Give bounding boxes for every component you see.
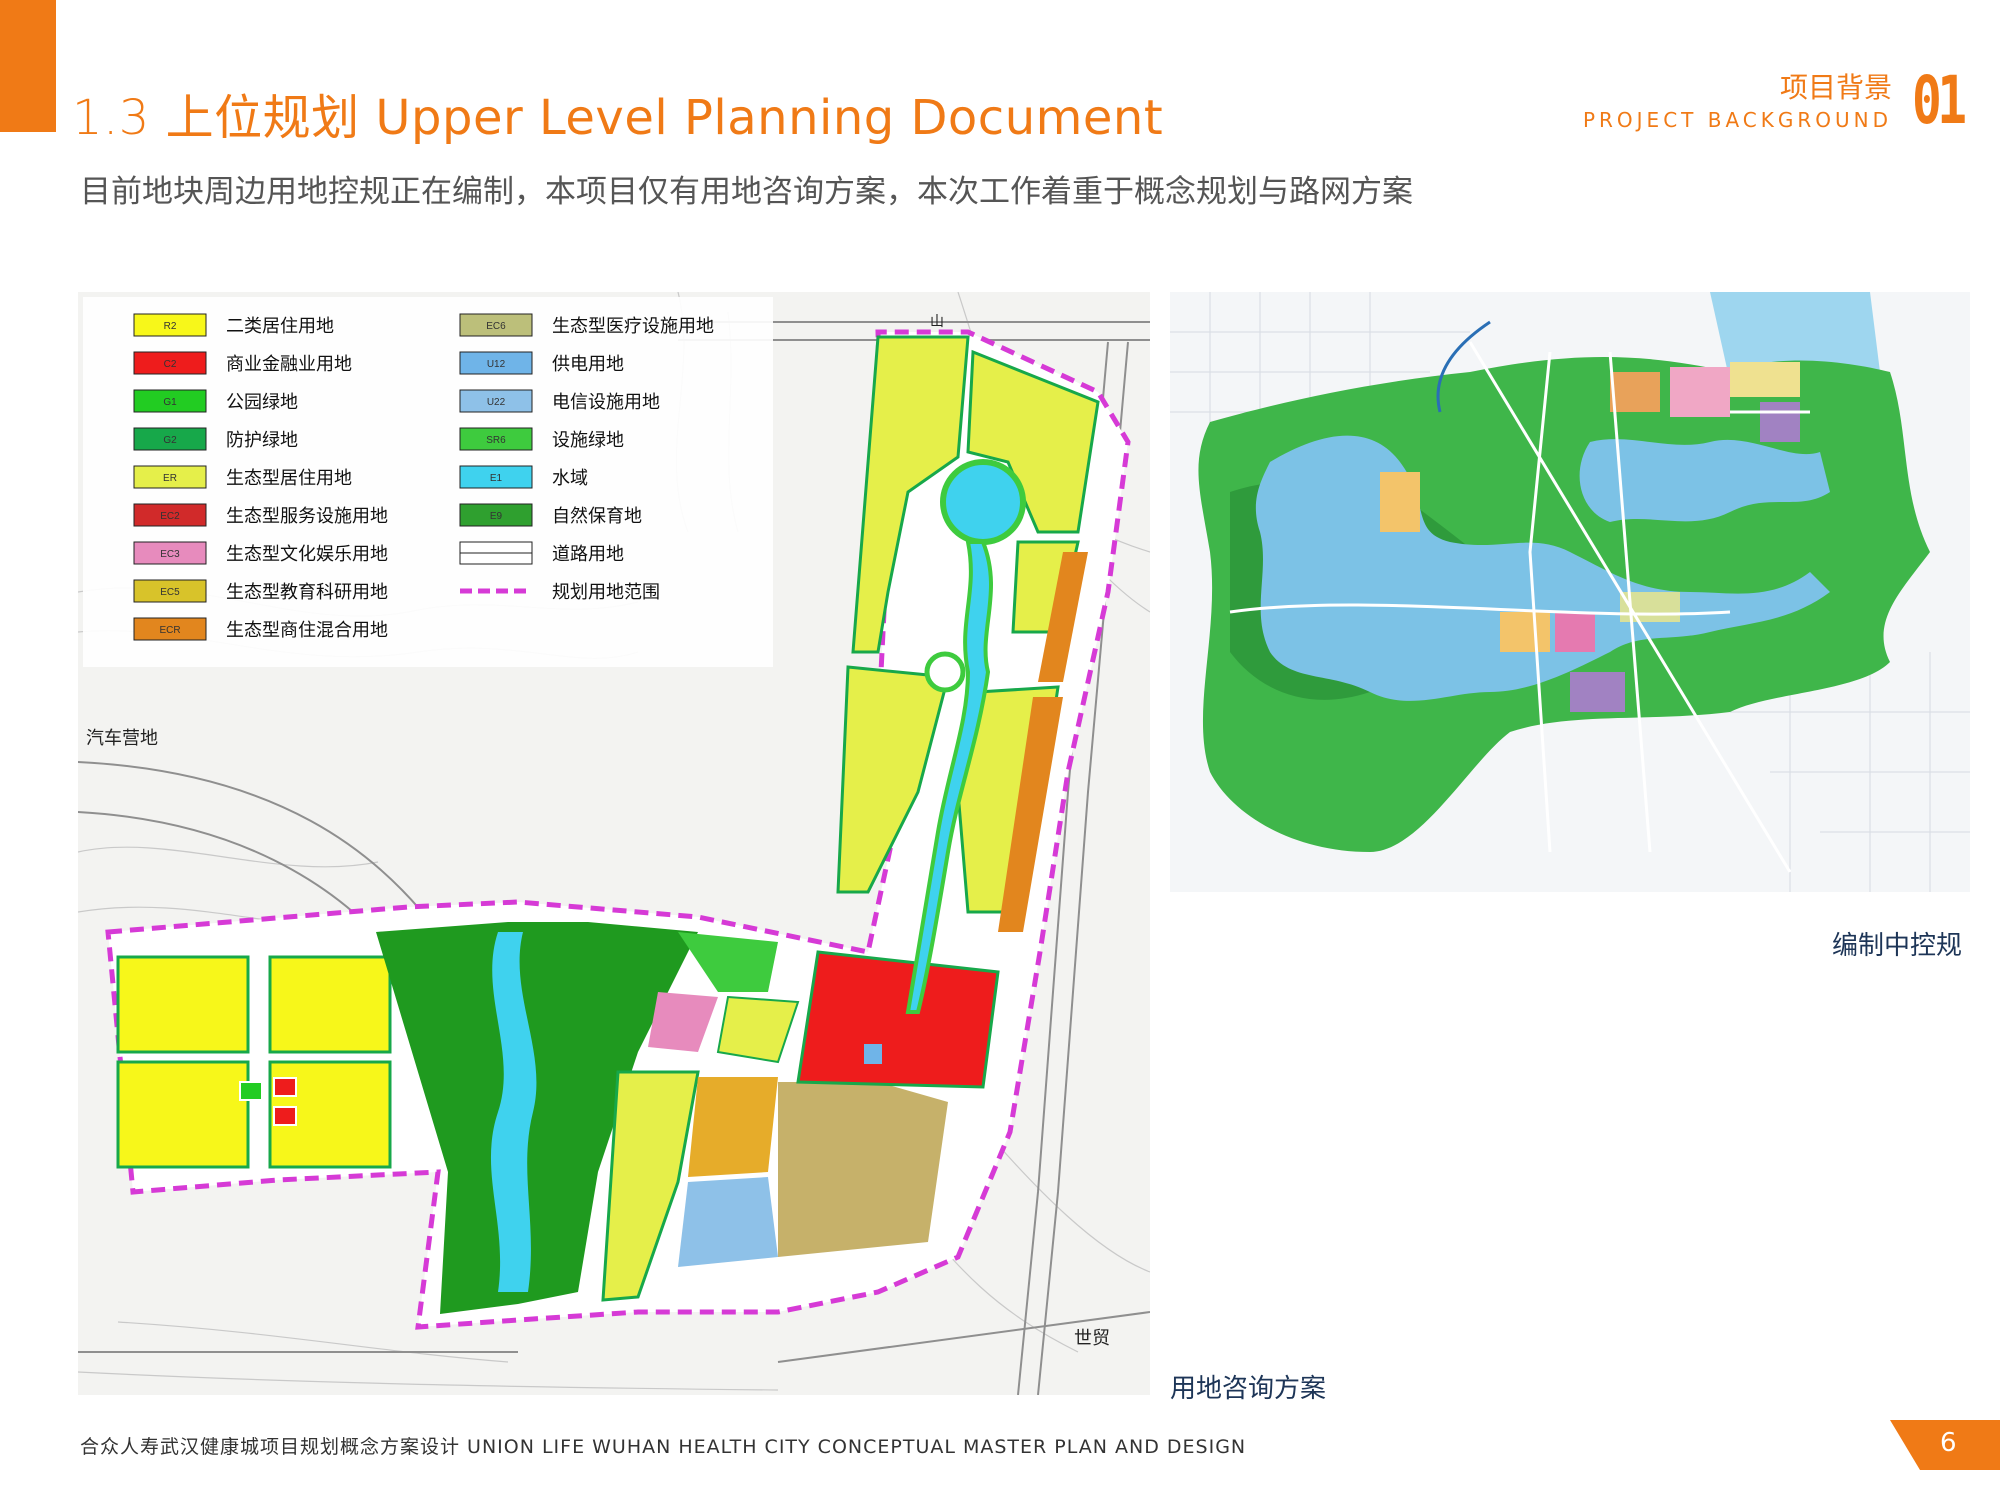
legend-label: 电信设施用地 bbox=[552, 392, 660, 413]
mountain-label: 山 bbox=[930, 313, 944, 329]
legend-left-column: R2 二类居住用地 C2 商业金融业用地 G1 公园绿地 G2 防护绿地 ER 生态型居住用地 EC… bbox=[133, 313, 388, 641]
page-number: 6 bbox=[1940, 1428, 1957, 1458]
legend-label: 设施绿地 bbox=[552, 430, 624, 451]
legend-label: 生态型居住用地 bbox=[226, 468, 352, 489]
title-en: Upper Level Planning Document bbox=[375, 90, 1164, 146]
camp-label: 汽车营地 bbox=[86, 728, 158, 748]
page-subtitle: 目前地块周边用地控规正在编制，本项目仅有用地咨询方案，本次工作着重于概念规划与路… bbox=[80, 174, 1413, 210]
legend-code: R2 bbox=[164, 321, 177, 332]
section-name-cn: 项目背景 bbox=[1779, 71, 1892, 104]
legend-label: 二类居住用地 bbox=[226, 316, 334, 337]
legend-code: EC2 bbox=[160, 511, 180, 522]
legend-label: 生态型商住混合用地 bbox=[226, 620, 388, 641]
orange-header-tab bbox=[0, 0, 56, 132]
legend-label: 供电用地 bbox=[552, 354, 624, 375]
legend-item: EC6 生态型医疗设施用地 bbox=[459, 313, 714, 337]
legend-label: 生态型医疗设施用地 bbox=[552, 316, 714, 337]
section-name-en: PROJECT BACKGROUND bbox=[1582, 108, 1892, 132]
roundabout bbox=[924, 651, 966, 693]
legend-code: E9 bbox=[490, 511, 503, 522]
title-cn: 上位规划 bbox=[165, 90, 360, 146]
footer-project-name: 合众人寿武汉健康城项目规划概念方案设计 UNION LIFE WUHAN HEA… bbox=[80, 1436, 1247, 1458]
legend-label: 防护绿地 bbox=[226, 430, 298, 451]
legend-item: EC2 生态型服务设施用地 bbox=[133, 503, 388, 527]
legend-label: 公园绿地 bbox=[226, 392, 298, 413]
medical-block bbox=[778, 1082, 948, 1257]
section-number: 1.3 bbox=[72, 90, 150, 146]
legend-code: EC5 bbox=[160, 587, 180, 598]
commercial-center bbox=[796, 950, 1000, 1089]
legend-code: E1 bbox=[490, 473, 503, 484]
legend-item: EC5 生态型教育科研用地 bbox=[133, 579, 388, 603]
legend-label: 生态型服务设施用地 bbox=[226, 506, 388, 527]
legend-item: EC3 生态型文化娱乐用地 bbox=[133, 541, 388, 565]
legend-code: SR6 bbox=[486, 435, 506, 446]
legend-code: G1 bbox=[163, 397, 177, 408]
caption-land-use-plan: 用地咨询方案 bbox=[1170, 1374, 1327, 1404]
regulatory-plan-map bbox=[1170, 292, 1970, 892]
regulatory-plan-drawing bbox=[1170, 292, 1970, 892]
legend-label: 生态型教育科研用地 bbox=[226, 582, 388, 603]
page-title: 1.3 上位规划 Upper Level Planning Document bbox=[72, 78, 1163, 148]
legend-code: G2 bbox=[163, 435, 177, 446]
lake bbox=[940, 459, 1026, 545]
legend-label: 规划用地范围 bbox=[552, 582, 660, 603]
telecom-block bbox=[678, 1177, 778, 1267]
legend-label: 水域 bbox=[552, 468, 588, 489]
legend-code: U12 bbox=[487, 359, 506, 370]
legend-item: C2 商业金融业用地 bbox=[133, 351, 352, 375]
legend-item: E1 水域 bbox=[459, 465, 588, 489]
legend-code: EC3 bbox=[160, 549, 180, 560]
land-use-plan-map: R2 二类居住用地 C2 商业金融业用地 G1 公园绿地 G2 防护绿地 ER 生态型居住用地 EC… bbox=[78, 292, 1150, 1395]
trade-label: 世贸 bbox=[1074, 1328, 1110, 1348]
legend-item: R2 二类居住用地 bbox=[133, 313, 334, 337]
education-block bbox=[688, 1077, 778, 1177]
legend-item: ECR 生态型商住混合用地 bbox=[133, 617, 388, 641]
legend-label: 商业金融业用地 bbox=[226, 354, 352, 375]
section-number-large: 01 bbox=[1912, 62, 1967, 139]
legend-code: ER bbox=[163, 473, 177, 484]
legend-item: ER 生态型居住用地 bbox=[133, 465, 352, 489]
power-supply-plot bbox=[864, 1044, 882, 1064]
legend-label: 自然保育地 bbox=[552, 506, 642, 527]
caption-regulatory-plan: 编制中控规 bbox=[1832, 931, 1963, 961]
legend-code: EC6 bbox=[486, 321, 506, 332]
legend-label: 道路用地 bbox=[552, 544, 624, 565]
legend-code: U22 bbox=[487, 397, 506, 408]
legend-code: ECR bbox=[159, 625, 180, 636]
legend-item: U22 电信设施用地 bbox=[459, 389, 660, 413]
land-use-plan-drawing: R2 二类居住用地 C2 商业金融业用地 G1 公园绿地 G2 防护绿地 ER 生态型居住用地 EC… bbox=[78, 292, 1150, 1395]
legend-label: 生态型文化娱乐用地 bbox=[226, 544, 388, 565]
legend-code: C2 bbox=[164, 359, 177, 370]
